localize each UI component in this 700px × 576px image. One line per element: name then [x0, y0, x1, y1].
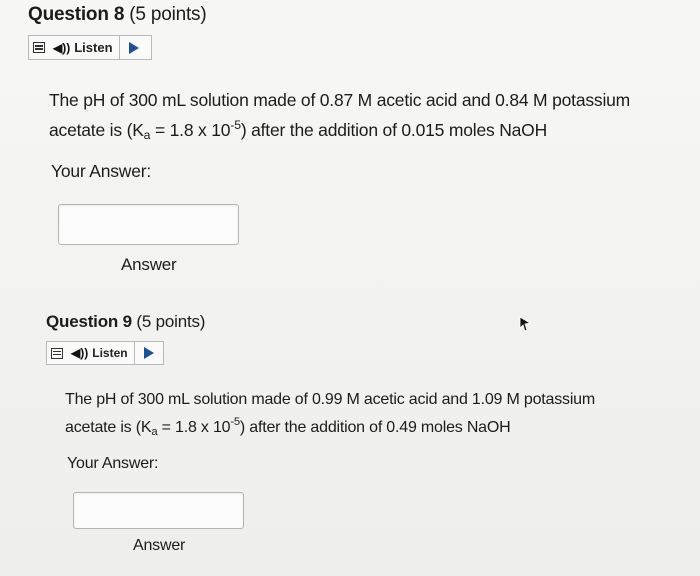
question-8-your-answer-label: Your Answer:: [51, 161, 152, 181]
question-9-answer-label: Answer: [133, 537, 186, 554]
question-8-text-line1: The pH of 300 mL solution made of 0.87 M…: [49, 90, 631, 110]
listen-button[interactable]: ◀)) Listen: [49, 36, 120, 59]
question-8-text-line2: acetate is (Ka = 1.8 x 10-5) after the a…: [49, 118, 548, 142]
question-9-number: Question 9: [46, 312, 132, 331]
menu-icon[interactable]: [47, 342, 67, 364]
question-8-answer-label: Answer: [121, 255, 177, 274]
speaker-icon: ◀)): [53, 40, 71, 55]
question-9-text-line1: The pH of 300 mL solution made of 0.99 M…: [65, 391, 595, 408]
question-9-text-line2: acetate is (Ka = 1.8 x 10-5) after the a…: [65, 416, 511, 438]
listen-label: Listen: [74, 40, 113, 55]
question-8-title: Question 8 (5 points): [28, 4, 207, 26]
play-button[interactable]: [135, 342, 163, 364]
question-9-answer-input[interactable]: [73, 492, 244, 529]
listen-label: Listen: [92, 346, 128, 360]
question-9-points: (5 points): [136, 312, 206, 331]
question-9-your-answer-label: Your Answer:: [67, 455, 159, 472]
menu-icon[interactable]: [29, 36, 49, 59]
question-8-listen-widget: ◀)) Listen: [28, 35, 152, 60]
play-icon: [128, 41, 139, 54]
question-8-points: (5 points): [129, 4, 207, 25]
question-8-text: The pH of 300 mL solution made of 0.87 M…: [49, 88, 630, 148]
play-icon: [143, 347, 154, 359]
question-9-text: The pH of 300 mL solution made of 0.99 M…: [65, 388, 595, 444]
speaker-icon: ◀)): [71, 346, 89, 360]
question-9-listen-widget: ◀)) Listen: [46, 341, 164, 365]
play-button[interactable]: [120, 36, 148, 59]
quiz-page: Question 8 (5 points) ◀)) Listen The pH …: [0, 0, 700, 576]
question-8-number: Question 8: [28, 4, 125, 25]
question-9-title: Question 9 (5 points): [46, 312, 205, 332]
listen-button[interactable]: ◀)) Listen: [67, 342, 135, 364]
question-8-answer-input[interactable]: [58, 204, 239, 245]
